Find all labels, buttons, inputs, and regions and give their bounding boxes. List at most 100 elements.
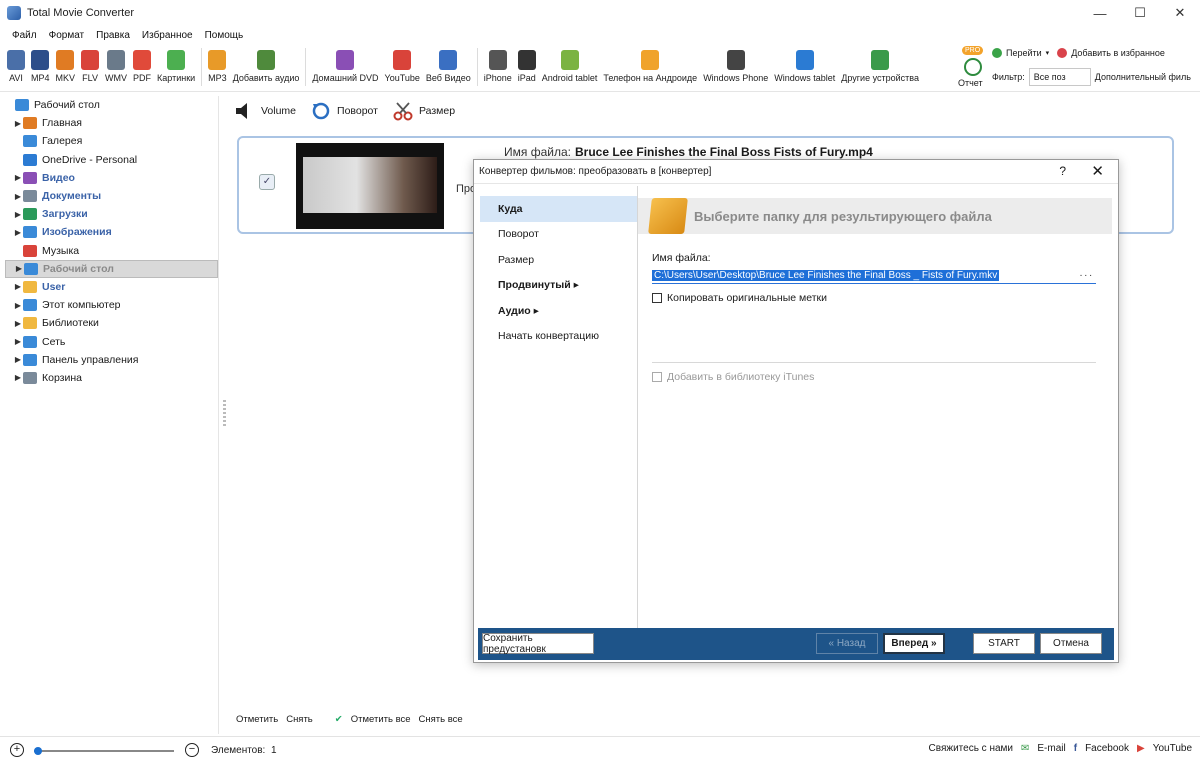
goto-button[interactable]: Перейти (1006, 48, 1042, 58)
tree-item[interactable]: ▶ Изображения (5, 223, 218, 241)
expand-arrow-icon[interactable]: ▶ (13, 301, 23, 310)
close-window-button[interactable]: ✕ (1160, 0, 1200, 26)
rotate-button[interactable]: Поворот (310, 101, 378, 121)
toolbar-formats-4-button[interactable]: WMV (105, 44, 127, 90)
expand-arrow-icon[interactable]: ▶ (13, 173, 23, 182)
tree-item[interactable]: ▶ User (5, 278, 218, 296)
mark-all-link[interactable]: Отметить все (351, 714, 411, 725)
facebook-link[interactable]: Facebook (1085, 743, 1129, 754)
extra-filter-label[interactable]: Дополнительный филь (1095, 72, 1191, 82)
volume-button[interactable]: Volume (234, 101, 296, 121)
dialog-close-button[interactable]: ✕ (1091, 162, 1104, 180)
tree-item[interactable]: ▶ Этот компьютер (5, 296, 218, 314)
contact-us-link[interactable]: Свяжитесь с нами (929, 743, 1013, 754)
start-button[interactable]: START (973, 633, 1035, 654)
expand-arrow-icon[interactable]: ▶ (13, 119, 23, 128)
toolbar-web-2-button[interactable]: Веб Видео (426, 44, 471, 90)
toolbar-devices-5-button[interactable]: Windows tablet (774, 44, 835, 90)
toolbar-web-0-button[interactable]: Домашний DVD (312, 44, 379, 90)
tree-item[interactable]: ▶ Видео (5, 169, 218, 187)
tree-item[interactable]: OneDrive - Personal (5, 151, 218, 169)
dialog-nav-item[interactable]: Аудио ▸ (480, 298, 638, 324)
tree-item[interactable]: ▶ Панель управления (5, 351, 218, 369)
dialog-nav-item[interactable]: Куда (480, 196, 638, 222)
toolbar-devices-2-button[interactable]: Android tablet (542, 44, 597, 90)
tree-item[interactable]: ▶ Документы (5, 187, 218, 205)
toolbar-devices-3-button[interactable]: Телефон на Андроиде (603, 44, 697, 90)
menu-format[interactable]: Формат (49, 30, 85, 41)
filter-select[interactable]: Все поз (1028, 68, 1091, 86)
expand-arrow-icon[interactable]: ▶ (13, 282, 23, 291)
tree-item[interactable]: Музыка (5, 242, 218, 260)
toolbar-formats-1-button[interactable]: MP4 (31, 44, 50, 90)
browse-button[interactable]: ... (1080, 268, 1094, 279)
next-button[interactable]: Вперед » (883, 633, 945, 654)
tree-item[interactable]: ▶ Главная (5, 114, 218, 132)
toolbar-formats-6-button[interactable]: Картинки (157, 44, 195, 90)
email-link[interactable]: E-mail (1037, 743, 1065, 754)
toolbar-formats-5-button[interactable]: PDF (133, 44, 152, 90)
unmark-link[interactable]: Снять (286, 714, 313, 725)
toolbar-audio-0-button[interactable]: MP3 (208, 44, 227, 90)
toolbar-devices-1-button[interactable]: iPad (517, 44, 536, 90)
menu-favorites[interactable]: Избранное (142, 30, 193, 41)
minimize-button[interactable]: — (1080, 0, 1120, 26)
resize-button[interactable]: Размер (392, 101, 455, 121)
menu-file[interactable]: Файл (12, 30, 37, 41)
help-button[interactable]: ? (1059, 164, 1066, 178)
tree-item[interactable]: ▶ Корзина (5, 369, 218, 387)
tree-item-label: Документы (42, 190, 102, 203)
menu-edit[interactable]: Правка (96, 30, 130, 41)
toolbar-audio-1-button[interactable]: Добавить аудио (233, 44, 299, 90)
save-preset-button[interactable]: Сохранить предустановк (482, 633, 594, 655)
tree-item[interactable]: Галерея (5, 132, 218, 150)
copy-tags-option[interactable]: Копировать оригинальные метки (652, 292, 827, 304)
maximize-button[interactable]: ☐ (1120, 0, 1160, 26)
toolbar-web-1-button[interactable]: YouTube (385, 44, 420, 90)
expand-arrow-icon[interactable]: ▶ (14, 264, 24, 273)
expand-arrow-icon[interactable]: ▶ (13, 210, 23, 219)
toolbar-formats-3-button[interactable]: FLV (81, 44, 100, 90)
dialog-nav-item[interactable]: Размер (480, 247, 638, 273)
file-checkbox[interactable]: ✓ (259, 174, 275, 190)
toolbar-devices-0-button[interactable]: iPhone (484, 44, 512, 90)
unmark-all-link[interactable]: Снять все (419, 714, 463, 725)
copy-tags-checkbox[interactable] (652, 293, 662, 303)
tree-item[interactable]: ▶ Сеть (5, 332, 218, 350)
expand-arrow-icon[interactable]: ▶ (13, 337, 23, 346)
zoom-slider-knob[interactable] (34, 747, 42, 755)
zoom-slider[interactable] (34, 747, 174, 755)
expand-arrow-icon[interactable]: ▶ (13, 228, 23, 237)
toolbar-formats-1-label: MP4 (31, 73, 50, 83)
add-favorites-button[interactable]: Добавить в избранное (1071, 48, 1165, 58)
dialog-nav-item[interactable]: Поворот (480, 222, 638, 248)
chevron-down-icon[interactable]: ▾ (1046, 49, 1050, 57)
toolbar-formats-0-button[interactable]: AVI (7, 44, 25, 90)
tree-item[interactable]: Рабочий стол (5, 96, 218, 114)
zoom-out-button[interactable]: − (185, 743, 199, 757)
tree-item[interactable]: ▶ Библиотеки (5, 314, 218, 332)
toolbar-devices-4-button[interactable]: Windows Phone (703, 44, 768, 90)
toolbar-formats-2-button[interactable]: MKV (55, 44, 76, 90)
mark-link[interactable]: Отметить (236, 714, 278, 725)
output-path-input[interactable]: C:\Users\User\Desktop\Bruce Lee Finishes… (652, 268, 1096, 284)
speaker-icon (236, 103, 247, 119)
cancel-button[interactable]: Отмена (1040, 633, 1102, 654)
tree-item[interactable]: ▶ Рабочий стол (5, 259, 218, 278)
expand-arrow-icon[interactable]: ▶ (13, 355, 23, 364)
panel-splitter[interactable] (223, 400, 226, 426)
toolbar-right-group: PRO Отчет Перейти ▾ Добавить в избранное… (958, 44, 1196, 92)
expand-arrow-icon[interactable]: ▶ (13, 192, 23, 201)
expand-arrow-icon[interactable]: ▶ (13, 319, 23, 328)
menu-help[interactable]: Помощь (205, 30, 244, 41)
dialog-nav-item[interactable]: Начать конвертацию (480, 324, 638, 350)
toolbar-formats-2-label: MKV (55, 73, 76, 83)
tree-item-label: Изображения (42, 226, 112, 239)
youtube-link[interactable]: YouTube (1153, 743, 1192, 754)
dialog-nav-item[interactable]: Продвинутый ▸ (480, 273, 638, 299)
tree-item[interactable]: ▶ Загрузки (5, 205, 218, 223)
report-button[interactable]: PRO Отчет (958, 46, 988, 88)
expand-arrow-icon[interactable]: ▶ (13, 373, 23, 382)
zoom-in-button[interactable]: + (10, 743, 24, 757)
toolbar-devices-6-button[interactable]: Другие устройства (841, 44, 919, 90)
